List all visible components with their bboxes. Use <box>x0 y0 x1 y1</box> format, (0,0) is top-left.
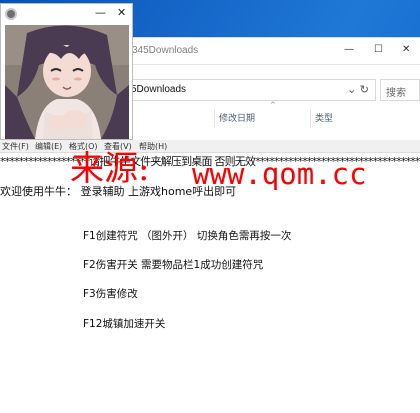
image-window: — ✕ <box>0 3 133 140</box>
anime-girl-illustration <box>5 25 129 139</box>
close-icon[interactable]: ✕ <box>117 6 126 19</box>
watermark-source-label: 来源: <box>70 149 150 189</box>
menu-file[interactable]: 文件(F) <box>2 141 29 152</box>
search-placeholder: 搜索 <box>386 88 406 99</box>
explorer-title: 345Downloads <box>132 45 199 56</box>
anime-girl-image <box>5 25 129 139</box>
file-explorer-window: 345Downloads — ☐ ✕ 5Downloads ⌄ ↻ 搜索 ^ 修… <box>118 37 420 140</box>
maximize-icon[interactable]: ☐ <box>374 44 383 55</box>
column-header-type[interactable]: 类型 <box>310 109 420 127</box>
image-window-titlebar: — ✕ <box>1 4 132 24</box>
app-icon <box>5 8 17 20</box>
search-input[interactable]: 搜索 <box>380 79 420 101</box>
address-bar[interactable]: 5Downloads ⌄ ↻ <box>124 79 376 101</box>
option-f12: F12城镇加速开关 <box>83 318 166 330</box>
column-header-modified[interactable]: 修改日期 <box>214 109 310 127</box>
explorer-titlebar: 345Downloads — ☐ ✕ <box>118 38 420 65</box>
address-path: 5Downloads <box>131 84 187 95</box>
sort-up-icon: ^ <box>270 101 276 109</box>
option-f2: F2伤害开关 需要物品栏1成功创建符咒 <box>83 259 264 271</box>
menu-bar: 文件(F) 编辑(E) 格式(O) 查看(V) 帮助(H) <box>0 140 420 153</box>
option-f3: F3伤害修改 <box>83 288 138 300</box>
minimize-icon[interactable]: — <box>344 44 354 55</box>
watermark-url: www.qom.cc <box>192 157 367 191</box>
refresh-icon[interactable]: ⌄ ↻ <box>347 83 369 96</box>
menu-edit[interactable]: 编辑(E) <box>35 141 62 152</box>
minimize-icon[interactable]: — <box>95 6 106 19</box>
close-icon[interactable]: ✕ <box>402 44 410 55</box>
option-f1: F1创建符咒 （图外开） 切换角色需再按一次 <box>83 230 292 242</box>
